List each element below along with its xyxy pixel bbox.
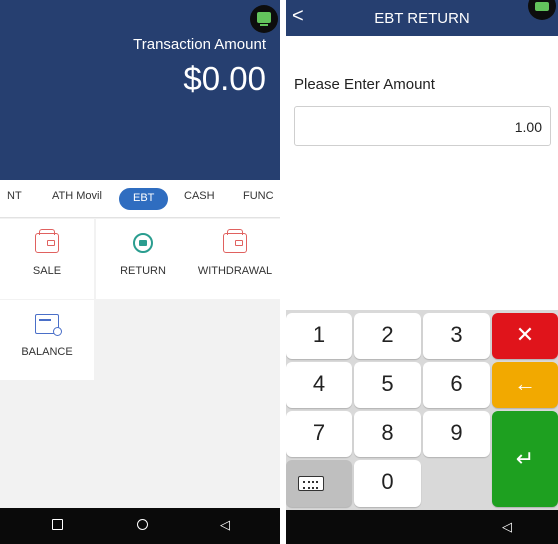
clear-key[interactable]: ✕ — [492, 313, 558, 359]
transaction-amount-label: Transaction Amount — [133, 36, 266, 53]
key-2[interactable]: 2 — [354, 313, 421, 359]
page-title: EBT RETURN — [374, 10, 470, 27]
return-label: RETURN — [120, 265, 166, 277]
tab-func[interactable]: FUNC — [243, 190, 274, 202]
key-7[interactable]: 7 — [286, 411, 352, 457]
return-tile[interactable]: RETURN — [96, 219, 190, 299]
keyboard-toggle-key[interactable] — [286, 460, 352, 507]
key-8[interactable]: 8 — [354, 411, 421, 457]
key-1[interactable]: 1 — [286, 313, 352, 359]
ebt-return-screen: < EBT RETURN Please Enter Amount 1.00 1 … — [286, 0, 558, 544]
key-4[interactable]: 4 — [286, 362, 352, 408]
numeric-keypad: 1 2 3 ✕ 4 5 6 ← 7 8 9 ↵ 0 — [286, 310, 558, 510]
back-triangle-icon[interactable]: ◁ — [220, 518, 230, 532]
key-0[interactable]: 0 — [354, 460, 421, 507]
key-9[interactable]: 9 — [423, 411, 490, 457]
home-circle-icon[interactable] — [137, 519, 148, 530]
amount-header: Transaction Amount $0.00 — [0, 0, 280, 180]
wallet-icon — [223, 229, 247, 253]
main-screen: Transaction Amount $0.00 NT ATH Movil EB… — [0, 0, 280, 544]
payment-type-tabs: NT ATH Movil EBT CASH FUNC — [0, 180, 280, 218]
return-icon — [133, 233, 153, 253]
tab-cash[interactable]: CASH — [184, 190, 215, 202]
withdrawal-label: WITHDRAWAL — [197, 265, 273, 277]
tab-nt[interactable]: NT — [7, 190, 22, 202]
recents-square-icon[interactable] — [52, 519, 63, 530]
tab-ath-movil[interactable]: ATH Movil — [52, 190, 102, 202]
sale-label: SALE — [32, 265, 62, 277]
keyboard-icon — [298, 476, 324, 491]
key-5[interactable]: 5 — [354, 362, 421, 408]
balance-label: BALANCE — [21, 346, 73, 358]
sale-tile[interactable]: SALE — [0, 219, 94, 299]
backspace-key[interactable]: ← — [492, 362, 558, 408]
transaction-amount-value: $0.00 — [183, 60, 266, 97]
amount-input[interactable]: 1.00 — [294, 106, 551, 146]
terminal-icon[interactable] — [250, 5, 278, 33]
key-6[interactable]: 6 — [423, 362, 490, 408]
balance-tile[interactable]: BALANCE — [0, 300, 94, 380]
wallet-icon — [35, 229, 59, 253]
title-bar: < EBT RETURN — [286, 0, 558, 36]
card-search-icon — [35, 314, 62, 336]
tab-ebt[interactable]: EBT — [119, 188, 169, 210]
key-3[interactable]: 3 — [423, 313, 490, 359]
android-nav-bar: ◁ — [0, 508, 280, 544]
enter-amount-prompt: Please Enter Amount — [294, 76, 435, 93]
back-triangle-icon[interactable]: ◁ — [502, 519, 512, 535]
android-nav-bar: ◁ — [286, 510, 558, 544]
withdrawal-tile[interactable]: WITHDRAWAL — [190, 219, 280, 299]
enter-key[interactable]: ↵ — [492, 411, 558, 507]
